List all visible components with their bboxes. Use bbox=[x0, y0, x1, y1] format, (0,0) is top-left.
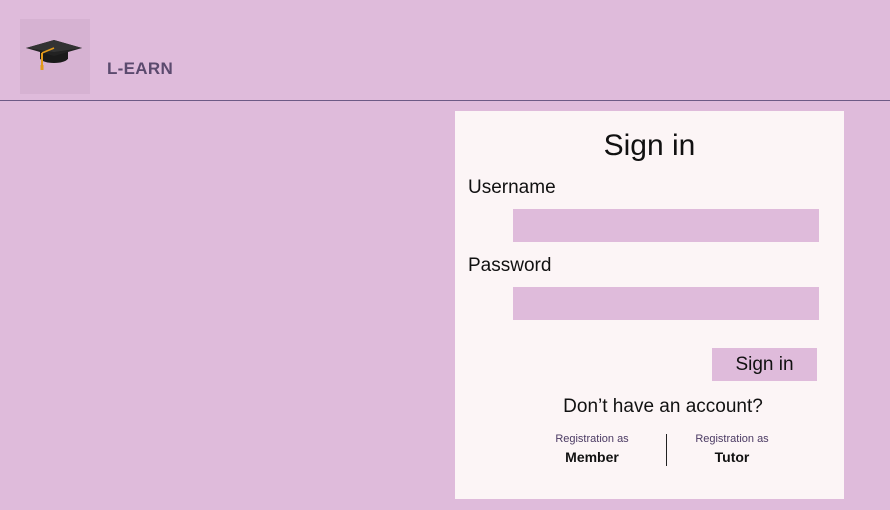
password-input[interactable] bbox=[513, 287, 819, 320]
signin-title: Sign in bbox=[603, 129, 696, 162]
register-tutor-role: Tutor bbox=[714, 449, 750, 465]
username-label: Username bbox=[468, 177, 556, 198]
username-input[interactable] bbox=[513, 209, 819, 242]
logo[interactable] bbox=[20, 19, 90, 94]
register-member-caption: Registration as bbox=[555, 433, 629, 445]
register-tutor-link[interactable]: Registration as Tutor bbox=[662, 433, 802, 465]
register-tutor-caption: Registration as bbox=[695, 433, 769, 445]
signin-card: Sign in Username Password Sign in Don’t … bbox=[455, 111, 844, 499]
register-member-link[interactable]: Registration as Member bbox=[522, 433, 662, 465]
signin-button[interactable]: Sign in bbox=[712, 348, 817, 381]
graduation-cap-icon bbox=[26, 39, 82, 70]
top-header: L-EARN bbox=[0, 0, 890, 101]
register-member-role: Member bbox=[565, 449, 619, 465]
no-account-text: Don’t have an account? bbox=[563, 396, 763, 417]
brand-name: L-EARN bbox=[107, 59, 174, 78]
password-label: Password bbox=[468, 255, 552, 276]
